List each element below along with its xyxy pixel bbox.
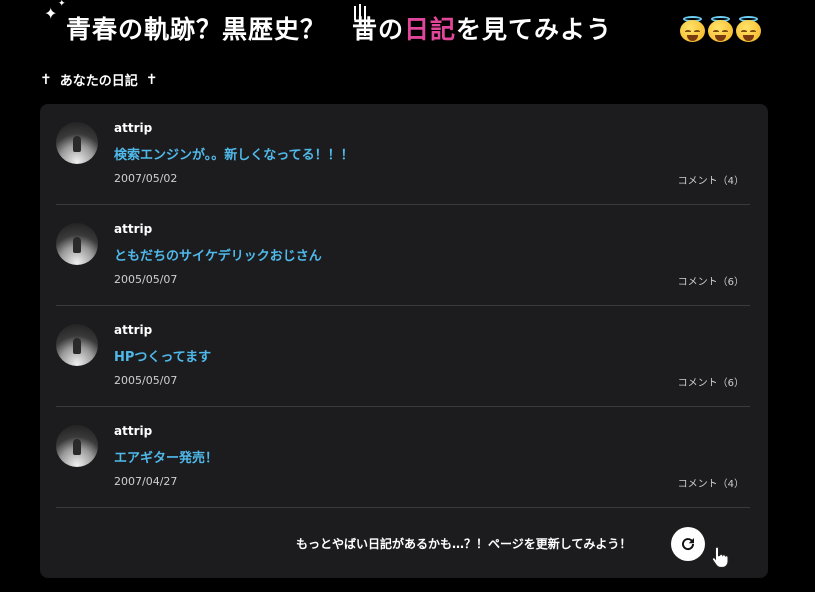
- pointer-hand-icon: [711, 546, 729, 569]
- entry-comments-link[interactable]: コメント（6）: [678, 273, 744, 288]
- avatar[interactable]: [56, 425, 98, 467]
- entry-comments-link[interactable]: コメント（6）: [678, 374, 744, 389]
- headline-part1: 青春の軌跡？黒歴史？: [66, 15, 327, 44]
- headline-highlight: 日記: [404, 15, 457, 44]
- entry-comments-link[interactable]: コメント（4）: [678, 172, 744, 187]
- divider: [56, 507, 750, 508]
- diary-entry[interactable]: attrip ともだちのサイケデリックおじさん 2005/05/07 コメント（…: [56, 205, 750, 306]
- angel-face-icon: [736, 16, 761, 42]
- page-headline: ✦ ✦ 青春の軌跡？黒歴史？ 昔の日記を見てみよう: [0, 0, 815, 60]
- angel-face-icon: [708, 16, 733, 42]
- diary-entry[interactable]: attrip 検索エンジンが。。新しくなってる！！！ 2007/05/02 コメ…: [56, 104, 750, 205]
- entry-date: 2005/05/07: [114, 273, 178, 286]
- headline-part3: を見てみよう: [456, 15, 613, 44]
- entry-username[interactable]: attrip: [114, 323, 152, 337]
- cross-icon: ✝: [145, 71, 158, 88]
- refresh-prompt-text: もっとやばい日記があるかも…？！ページを更新してみよう！: [296, 537, 632, 551]
- entry-title-link[interactable]: ともだちのサイケデリックおじさん: [114, 245, 322, 264]
- angel-emoji-group: [680, 16, 761, 42]
- entry-date: 2007/04/27: [114, 475, 178, 488]
- avatar[interactable]: [56, 324, 98, 366]
- section-heading: ✝ あなたの日記 ✝: [40, 70, 158, 90]
- entry-date: 2007/05/02: [114, 172, 178, 185]
- cross-icon: ✝: [40, 71, 52, 88]
- entry-username[interactable]: attrip: [114, 121, 152, 135]
- avatar[interactable]: [56, 223, 98, 265]
- entry-comments-link[interactable]: コメント（4）: [678, 475, 744, 490]
- headline-title: 青春の軌跡？黒歴史？ 昔の日記を見てみよう: [66, 14, 612, 46]
- entry-title-link[interactable]: HPつくってます: [114, 346, 211, 365]
- sparkle-icon: ✦: [44, 4, 58, 23]
- diary-list-panel: attrip 検索エンジンが。。新しくなってる！！！ 2007/05/02 コメ…: [40, 104, 768, 578]
- diary-entry[interactable]: attrip エアギター発売！ 2007/04/27 コメント（4）: [56, 407, 750, 508]
- avatar[interactable]: [56, 122, 98, 164]
- diary-entry[interactable]: attrip HPつくってます 2005/05/07 コメント（6）: [56, 306, 750, 407]
- emphasis-strokes-icon: [352, 2, 370, 36]
- entry-date: 2005/05/07: [114, 374, 178, 387]
- refresh-icon: [682, 538, 695, 551]
- sparkle-small-icon: ✦: [58, 0, 66, 9]
- angel-face-icon: [680, 16, 705, 42]
- section-title: あなたの日記: [59, 74, 138, 89]
- entry-title-link[interactable]: エアギター発売！: [114, 447, 218, 466]
- entry-username[interactable]: attrip: [114, 222, 152, 236]
- refresh-button[interactable]: [671, 527, 705, 561]
- entry-username[interactable]: attrip: [114, 424, 152, 438]
- entry-title-link[interactable]: 検索エンジンが。。新しくなってる！！！: [114, 144, 354, 163]
